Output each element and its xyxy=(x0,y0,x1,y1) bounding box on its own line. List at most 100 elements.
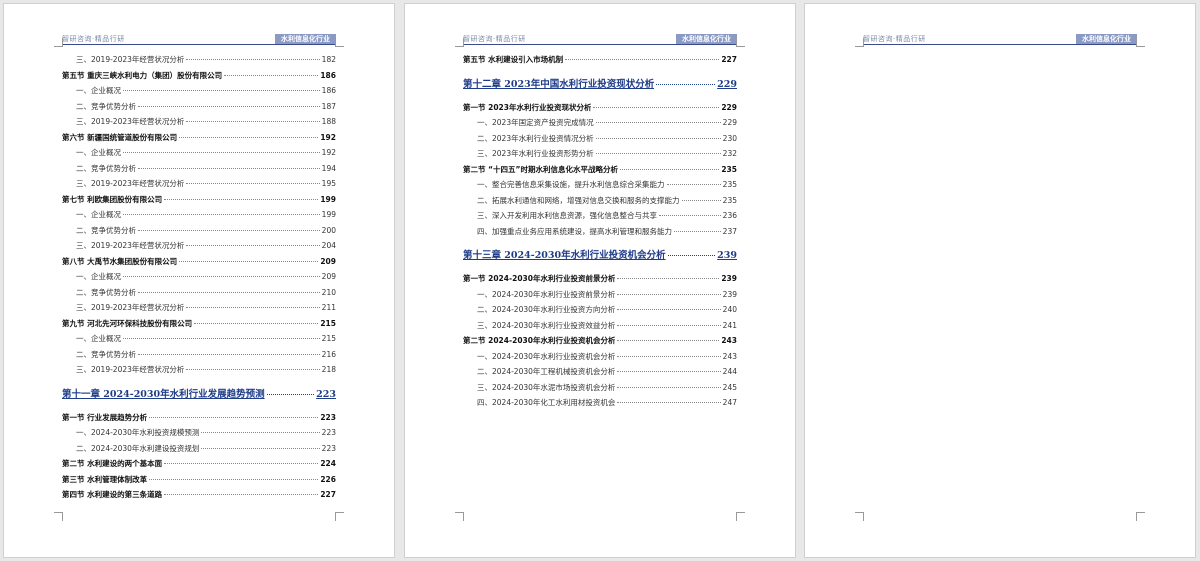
toc-entry-page-number: 182 xyxy=(321,55,336,64)
toc-subsection-link[interactable]: 一、2024-2030年水利投资规模预测 223 xyxy=(62,427,336,443)
crop-mark xyxy=(54,38,63,47)
crop-mark xyxy=(54,512,63,521)
toc-section-link[interactable]: 第一节 行业发展趋势分析 223 xyxy=(62,412,336,428)
toc-subsection-link[interactable]: 二、竞争优势分析 194 xyxy=(62,163,336,179)
crop-mark xyxy=(1136,38,1145,47)
toc-subsection-link[interactable]: 一、2024-2030年水利行业投资机会分析 243 xyxy=(463,351,737,367)
toc-entry-page-number: 223 xyxy=(321,443,336,453)
toc-entry-page-number: 229 xyxy=(717,78,737,90)
toc-entry-title: 二、拓展水利通信和网络，增强对信息交换和服务的支撑能力 xyxy=(477,195,680,205)
toc-section-link[interactable]: 第六节 新疆国统管道股份有限公司 192 xyxy=(62,132,336,148)
toc-subsection-link[interactable]: 二、拓展水利通信和网络，增强对信息交换和服务的支撑能力 235 xyxy=(463,195,737,211)
toc-entry-title: 二、竞争优势分析 xyxy=(76,101,136,111)
toc-section-link[interactable]: 第八节 大禹节水集团股份有限公司 209 xyxy=(62,256,336,272)
toc-subsection-link[interactable]: 二、竞争优势分析 216 xyxy=(62,349,336,365)
toc-leader-dots xyxy=(138,353,320,355)
toc-section-link[interactable]: 第四节 水利建设的第三条道路 227 xyxy=(62,489,336,505)
toc-leader-dots xyxy=(186,59,320,60)
toc-section-link[interactable]: 第二节 2024-2030年水利行业投资机会分析 243 xyxy=(463,335,737,351)
toc-entry-title: 一、2024-2030年水利投资规模预测 xyxy=(76,428,200,437)
toc-entry-page-number: 239 xyxy=(722,289,737,299)
toc-subsection-link[interactable]: 一、企业概况 199 xyxy=(62,209,336,225)
toc-subsection-link[interactable]: 二、竞争优势分析 200 xyxy=(62,225,336,241)
toc-section-link[interactable]: 第一节 2023年水利行业投资现状分析 229 xyxy=(463,102,737,118)
toc-leader-dots xyxy=(123,276,320,277)
toc-section-link[interactable]: 第一节 2024-2030年水利行业投资前景分析 239 xyxy=(463,273,737,289)
toc-entry-page-number: 187 xyxy=(321,101,336,111)
toc-subsection-link[interactable]: 二、2024-2030年水利建设投资规划 223 xyxy=(62,443,336,459)
toc-entry-page-number: 236 xyxy=(722,211,737,220)
toc-subsection-link[interactable]: 一、企业概况 209 xyxy=(62,271,336,287)
toc-entry-page-number: 226 xyxy=(320,474,336,484)
toc-subsection-link[interactable]: 四、加强重点业务应用系统建设，提高水利管理和服务能力 237 xyxy=(463,226,737,242)
toc-chapter-link[interactable]: 第十二章 2023年中国水利行业投资现状分析 229 xyxy=(463,76,737,98)
toc-subsection-link[interactable]: 二、2023年水利行业投资情况分析 230 xyxy=(463,133,737,149)
toc-section-link[interactable]: 第七节 利欧集团股份有限公司 199 xyxy=(62,194,336,210)
toc-subsection-link[interactable]: 三、2024-2030年水利行业投资效益分析 241 xyxy=(463,320,737,336)
toc-entry-title: 二、竞争优势分析 xyxy=(76,163,136,173)
toc-entry-page-number: 232 xyxy=(722,149,737,158)
toc-entry-title: 一、企业概况 xyxy=(76,272,121,281)
toc-entry-title: 第五节 水利建设引入市场机制 xyxy=(463,55,564,64)
toc-subsection-link[interactable]: 二、竞争优势分析 210 xyxy=(62,287,336,303)
toc-subsection-link[interactable]: 一、2023年国定资产投资完成情况 229 xyxy=(463,117,737,133)
toc-subsection-link[interactable]: 一、整合完善信息采集设施，提升水利信息综合采集能力 235 xyxy=(463,179,737,195)
crop-mark xyxy=(455,38,464,47)
toc-entry-page-number: 192 xyxy=(321,148,336,157)
crop-mark xyxy=(335,512,344,521)
toc-leader-dots xyxy=(138,291,320,293)
toc-entry-page-number: 243 xyxy=(721,336,737,345)
toc-subsection-link[interactable]: 三、2019-2023年经营状况分析 204 xyxy=(62,240,336,256)
toc-section-link[interactable]: 第二节 水利建设的两个基本面 224 xyxy=(62,458,336,474)
toc-leader-dots xyxy=(201,447,320,449)
toc-subsection-link[interactable]: 二、2024-2030年水利行业投资方向分析 240 xyxy=(463,304,737,320)
toc-entry-title: 第五节 重庆三峡水利电力（集团）股份有限公司 xyxy=(62,70,223,80)
toc-subsection-link[interactable]: 三、2023年水利行业投资形势分析 232 xyxy=(463,148,737,164)
toc-entry-page-number: 235 xyxy=(722,195,737,205)
toc-section-link[interactable]: 第五节 重庆三峡水利电力（集团）股份有限公司 186 xyxy=(62,70,336,86)
toc-subsection-link[interactable]: 三、2019-2023年经营状况分析 195 xyxy=(62,178,336,194)
toc-entry-page-number: 227 xyxy=(320,490,336,499)
toc-section-link[interactable]: 第九节 河北先河环保科技股份有限公司 215 xyxy=(62,318,336,334)
toc-entry-title: 第一节 行业发展趋势分析 xyxy=(62,412,148,422)
toc-leader-dots xyxy=(186,121,320,122)
toc-subsection-link[interactable]: 三、2019-2023年经营状况分析 218 xyxy=(62,364,336,380)
toc-entry-title: 第十三章 2024-2030年水利行业投资机会分析 xyxy=(463,250,666,261)
toc-leader-dots xyxy=(123,214,320,215)
toc-subsection-link[interactable]: 三、2019-2023年经营状况分析 182 xyxy=(62,54,336,70)
toc-leader-dots xyxy=(201,432,320,433)
toc-entry-title: 第四节 水利建设的第三条道路 xyxy=(62,490,163,499)
toc-leader-dots xyxy=(164,198,319,200)
document-page-2: 智研咨询·精品行研 水利信息化行业 第五节 水利建设引入市场机制 227 第十二章 … xyxy=(404,3,796,558)
toc-subsection-link[interactable]: 三、2019-2023年经营状况分析 188 xyxy=(62,116,336,132)
toc-entry-page-number: 209 xyxy=(320,256,336,266)
toc-subsection-link[interactable]: 四、2024-2030年化工水利用材投资机会 247 xyxy=(463,397,737,413)
toc-subsection-link[interactable]: 一、企业概况 192 xyxy=(62,147,336,163)
toc-chapter-link[interactable]: 第十一章 2024-2030年水利行业发展趋势预测 223 xyxy=(62,386,336,408)
toc-entry-title: 一、企业概况 xyxy=(76,210,121,219)
toc-section-link[interactable]: 第五节 水利建设引入市场机制 227 xyxy=(463,54,737,70)
toc-entry-page-number: 223 xyxy=(316,388,336,400)
toc-subsection-link[interactable]: 一、企业概况 215 xyxy=(62,333,336,349)
toc-entry-title: 第二节 2024-2030年水利行业投资机会分析 xyxy=(463,336,616,345)
toc-chapter-link[interactable]: 第十三章 2024-2030年水利行业投资机会分析 239 xyxy=(463,247,737,269)
toc-leader-dots xyxy=(164,463,319,464)
toc-entry-title: 二、2024-2030年工程机械投资机会分析 xyxy=(477,367,616,376)
toc-section-link[interactable]: 第三节 水利管理体制改革 226 xyxy=(62,474,336,490)
toc-entry-title: 二、竞争优势分析 xyxy=(76,349,136,359)
toc-section-link[interactable]: 第二节 “十四五”时期水利信息化水平战略分析 235 xyxy=(463,164,737,180)
toc-subsection-link[interactable]: 一、企业概况 186 xyxy=(62,85,336,101)
toc-leader-dots xyxy=(595,122,721,123)
toc-entry-page-number: 199 xyxy=(321,210,336,219)
toc-entry-page-number: 215 xyxy=(321,334,336,343)
toc-subsection-link[interactable]: 二、2024-2030年工程机械投资机会分析 244 xyxy=(463,366,737,382)
toc-entry-title: 第一节 2023年水利行业投资现状分析 xyxy=(463,102,592,112)
toc-entry-title: 三、2019-2023年经营状况分析 xyxy=(76,303,185,312)
toc-subsection-link[interactable]: 三、深入开发利用水利信息资源，强化信息整合与共享 236 xyxy=(463,210,737,226)
toc-entry-page-number: 200 xyxy=(321,225,336,235)
toc-subsection-link[interactable]: 三、2024-2030年水泥市场投资机会分析 245 xyxy=(463,382,737,398)
toc-subsection-link[interactable]: 一、2024-2030年水利行业投资前景分析 239 xyxy=(463,289,737,305)
toc-subsection-link[interactable]: 二、竞争优势分析 187 xyxy=(62,101,336,117)
toc-entry-page-number: 241 xyxy=(722,320,737,330)
toc-subsection-link[interactable]: 三、2019-2023年经营状况分析 211 xyxy=(62,302,336,318)
